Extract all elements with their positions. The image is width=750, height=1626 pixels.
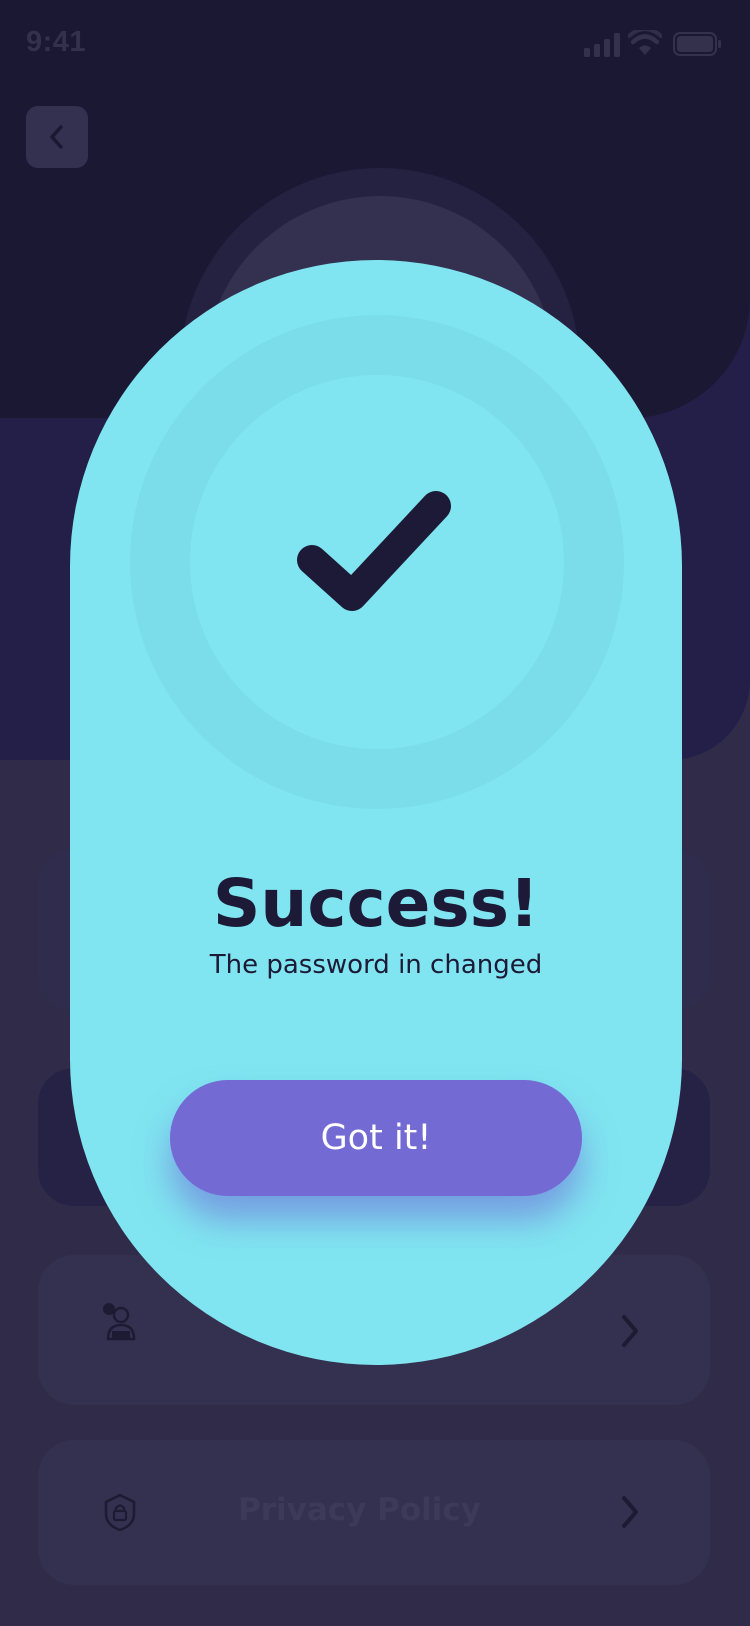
status-bar: 9:41 <box>0 0 750 90</box>
got-it-button[interactable]: Got it! <box>170 1080 582 1196</box>
chevron-right-icon <box>622 1315 638 1347</box>
success-message: The password in changed <box>209 950 543 980</box>
shield-lock-icon <box>104 1493 136 1532</box>
chevron-right-icon <box>622 1496 638 1528</box>
status-time: 9:41 <box>26 26 87 58</box>
support-person-icon <box>103 1303 136 1341</box>
wifi-icon <box>628 30 662 55</box>
success-modal: Success! The password in changed Got it! <box>70 260 682 1365</box>
back-button[interactable] <box>26 106 88 168</box>
checkmark-icon <box>297 491 451 611</box>
list-item-privacy-policy[interactable]: Privacy Policy <box>38 1440 710 1585</box>
success-title: Success! <box>212 865 540 942</box>
cellular-signal-icon <box>584 33 620 57</box>
chevron-left-icon <box>50 125 63 149</box>
battery-icon <box>673 32 721 56</box>
list-item-label: Privacy Policy <box>238 1492 481 1528</box>
